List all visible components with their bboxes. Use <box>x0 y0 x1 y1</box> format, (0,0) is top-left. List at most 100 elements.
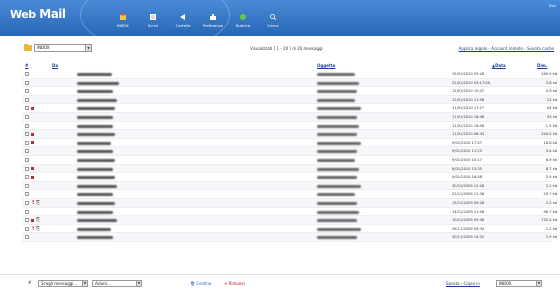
subject-redacted[interactable] <box>317 90 357 94</box>
subject-redacted[interactable] <box>317 124 359 128</box>
row-checkbox[interactable] <box>25 80 29 85</box>
empty-cache-link[interactable]: Svuota cache <box>527 46 554 51</box>
subject-redacted[interactable] <box>317 193 355 197</box>
table-row[interactable]: 30/11/2009 14:32 2.9 kb <box>22 233 557 242</box>
subject-redacted[interactable] <box>317 115 357 119</box>
sender-redacted[interactable] <box>77 201 115 205</box>
sender-redacted[interactable] <box>77 98 117 102</box>
sender-redacted[interactable] <box>77 219 117 223</box>
table-row[interactable]: ⎘ 10/12/2009 09:48 732.4 kb <box>22 216 557 225</box>
row-checkbox[interactable] <box>25 157 29 162</box>
table-row[interactable]: 12/01/2010 11:58 12 kb <box>22 95 557 105</box>
row-checkbox[interactable] <box>25 97 29 102</box>
sender-redacted[interactable] <box>77 193 113 197</box>
subject-redacted[interactable] <box>317 141 361 145</box>
col-from[interactable]: Da <box>52 63 58 68</box>
subject-redacted[interactable] <box>317 150 357 154</box>
table-row[interactable]: ! ⎘ 28/11/2009 09:34 1.2 kb <box>22 225 557 234</box>
table-row[interactable]: 12/01/2010 10:47 4.9 kb <box>22 87 557 96</box>
subject-redacted[interactable] <box>317 158 355 162</box>
sender-redacted[interactable] <box>77 124 113 128</box>
trash-button[interactable]: 🗑 Cestina <box>190 281 211 286</box>
subject-redacted[interactable] <box>317 81 359 85</box>
sender-redacted[interactable] <box>77 176 115 180</box>
subject-redacted[interactable] <box>317 227 361 231</box>
table-row[interactable]: 9/01/2010 10:17 8.9 kb <box>22 156 557 165</box>
table-row[interactable]: 11/01/2010 16:08 1.5 kb <box>22 122 557 131</box>
subject-redacted[interactable] <box>317 98 355 102</box>
sender-redacted[interactable] <box>77 73 112 76</box>
subject-redacted[interactable] <box>317 184 361 188</box>
subject-redacted[interactable] <box>317 107 361 111</box>
table-row[interactable]: 22/12/2009 11:38 29.7 kb <box>22 190 557 199</box>
subject-redacted[interactable] <box>317 210 359 214</box>
row-checkbox[interactable] <box>25 183 29 188</box>
row-checkbox[interactable] <box>25 72 29 76</box>
nav-preferences[interactable]: Preferenze <box>198 13 228 28</box>
subject-redacted[interactable] <box>317 167 359 171</box>
row-checkbox[interactable] <box>25 132 29 137</box>
row-checkbox[interactable] <box>25 218 29 223</box>
table-row[interactable]: 9/01/2010 17:47 18.8 kb <box>22 139 557 148</box>
subject-redacted[interactable] <box>317 73 355 76</box>
row-checkbox[interactable] <box>25 209 29 214</box>
row-checkbox[interactable] <box>25 200 29 205</box>
sender-redacted[interactable] <box>77 81 119 85</box>
table-row[interactable]: 11/01/2010 08:43 244.5 kb <box>22 130 557 139</box>
apply-rules-link[interactable]: Applica regole <box>459 46 488 51</box>
remote-account-link[interactable]: Account remoto <box>491 46 523 51</box>
col-subject[interactable]: Oggetto <box>317 63 335 68</box>
sender-redacted[interactable] <box>77 133 115 137</box>
sender-redacted[interactable] <box>77 236 113 240</box>
row-checkbox[interactable] <box>25 106 29 111</box>
col-date[interactable]: ▲Data <box>492 63 506 68</box>
row-checkbox[interactable] <box>25 226 29 231</box>
sender-redacted[interactable] <box>77 184 117 188</box>
table-row[interactable]: 14/12/2009 11:08 98.7 kb <box>22 208 557 217</box>
sender-redacted[interactable] <box>77 90 113 94</box>
sender-redacted[interactable] <box>77 210 113 214</box>
table-row[interactable]: 15/01/2010 09:28 269.5 kb <box>22 70 557 79</box>
nav-inbox[interactable]: INBOX <box>108 13 138 28</box>
table-row[interactable]: 11/01/2010 16:48 43 kb <box>22 112 557 122</box>
sender-redacted[interactable] <box>77 107 115 111</box>
table-row[interactable]: 8/01/2010 13:35 8.7 kb <box>22 164 557 174</box>
nav-addressbook[interactable]: Rubrica <box>228 13 258 28</box>
row-checkbox[interactable] <box>25 192 29 197</box>
row-checkbox[interactable] <box>25 175 29 180</box>
sender-redacted[interactable] <box>77 150 113 154</box>
folder-select[interactable]: INBOX ▼ <box>34 44 92 52</box>
subject-redacted[interactable] <box>317 201 357 205</box>
row-checkbox[interactable] <box>25 140 29 145</box>
move-target-select[interactable]: INBOX ▼ <box>496 280 542 287</box>
row-checkbox[interactable] <box>25 114 29 119</box>
logout-link[interactable]: Esci <box>549 4 556 8</box>
row-checkbox[interactable] <box>25 123 29 128</box>
row-checkbox[interactable] <box>25 166 29 171</box>
sender-redacted[interactable] <box>77 115 113 119</box>
table-row[interactable]: 22/01/2010 03:17:00 2.8 kb <box>22 78 557 88</box>
nav-search[interactable]: Cerca <box>258 13 288 28</box>
subject-redacted[interactable] <box>317 236 357 240</box>
subject-redacted[interactable] <box>317 176 357 180</box>
subject-redacted[interactable] <box>317 219 357 223</box>
sender-redacted[interactable] <box>77 167 113 171</box>
sender-redacted[interactable] <box>77 141 111 145</box>
row-checkbox[interactable] <box>25 235 29 240</box>
move-copy-link[interactable]: Sposta - Copia in <box>446 281 480 286</box>
nav-compose[interactable]: Scrivi <box>138 13 168 28</box>
nav-folders[interactable]: Cartelle <box>168 13 198 28</box>
table-row[interactable]: 4/01/2010 16:58 3.4 kb <box>22 173 557 182</box>
table-row[interactable]: ! ⎘ 15/12/2009 09:28 2.2 kb <box>22 198 557 208</box>
subject-redacted[interactable] <box>317 133 357 137</box>
row-checkbox[interactable] <box>25 149 29 154</box>
col-size[interactable]: Dim. <box>537 63 547 68</box>
table-row[interactable]: 11/01/2010 17:27 44 kb <box>22 104 557 113</box>
sender-redacted[interactable] <box>77 158 115 162</box>
row-checkbox[interactable] <box>25 89 29 94</box>
remove-button[interactable]: ✕ Rimuovi <box>224 281 245 286</box>
select-messages[interactable]: Scegli messaggi... ▼ <box>38 280 88 287</box>
table-row[interactable]: 9/01/2010 11:23 3.4 kb <box>22 147 557 156</box>
actions-select[interactable]: Azioni... ▼ <box>92 280 142 287</box>
sender-redacted[interactable] <box>77 227 111 231</box>
